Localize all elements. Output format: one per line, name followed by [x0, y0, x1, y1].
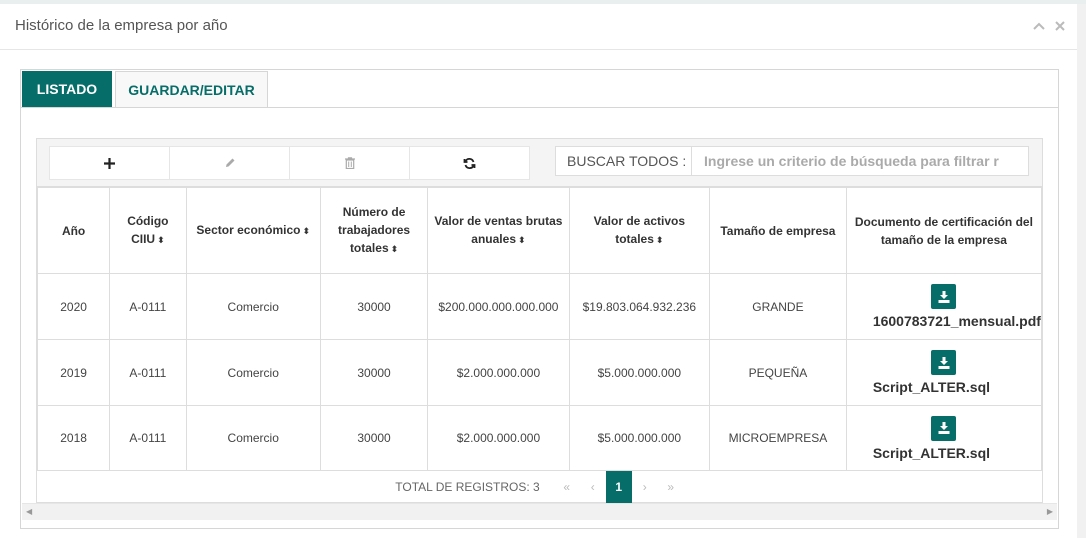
- cell-activos: $5.000.000.000: [568, 339, 711, 406]
- cell-sector: Comercio: [185, 405, 321, 471]
- download-icon: [938, 422, 950, 434]
- cell-tamano: PEQUEÑA: [709, 339, 847, 406]
- tab-guardar-editar[interactable]: GUARDAR/EDITAR: [115, 71, 268, 107]
- vertical-scrollbar[interactable]: [1077, 4, 1086, 538]
- col-documento: Documento de certificación del tamaño de…: [845, 187, 1043, 274]
- history-panel: Histórico de la empresa por año LISTADO …: [0, 4, 1077, 538]
- download-button[interactable]: [931, 350, 957, 375]
- prev-page-button[interactable]: ‹: [580, 471, 606, 503]
- cell-documento: 1600783721_mensual.pdf: [845, 273, 1043, 340]
- cell-ciiu: A-0111: [109, 405, 187, 471]
- download-button[interactable]: [931, 284, 957, 309]
- first-page-button[interactable]: «: [554, 471, 580, 503]
- horizontal-scrollbar[interactable]: ◀ ▶: [22, 503, 1057, 520]
- col-anio[interactable]: Año: [36, 187, 111, 274]
- last-page-button[interactable]: »: [658, 471, 684, 503]
- sort-icon: ⬍: [655, 235, 664, 245]
- cell-documento: Script_ALTER.sql: [845, 405, 1043, 471]
- tab-content: BUSCAR TODOS : Año Código CIIU⬍ Sector e…: [21, 107, 1058, 519]
- cell-trabajadores: 30000: [319, 405, 429, 471]
- tab-listado[interactable]: LISTADO: [22, 71, 112, 107]
- table-header-row: Año Código CIIU ⬍ Sector económico ⬍ Númer…: [36, 187, 1043, 274]
- cell-anio: 2018: [36, 405, 111, 471]
- panel-title: Histórico de la empresa por año: [15, 17, 228, 34]
- document-filename[interactable]: Script_ALTER.sql: [847, 445, 1040, 461]
- cell-trabajadores: 30000: [319, 273, 429, 340]
- data-grid: BUSCAR TODOS : Año Código CIIU⬍ Sector e…: [36, 138, 1043, 503]
- cell-tamano: GRANDE: [709, 273, 847, 340]
- tabs-container: LISTADO GUARDAR/EDITAR BUSCAR TODOS: In…: [20, 69, 1059, 529]
- document-filename[interactable]: 1600783721_mensual.pdf: [847, 313, 1041, 329]
- scroll-right-icon[interactable]: ▶: [1047, 507, 1053, 516]
- col-sector[interactable]: Sector económico ⬍: [185, 187, 321, 274]
- col-activos[interactable]: Valor de activos totales ⬍: [568, 187, 711, 274]
- cell-ventas: $2.000.000.000: [427, 339, 570, 406]
- refresh-icon: [463, 157, 476, 169]
- plus-icon: [104, 157, 115, 169]
- sort-icon: ⬍: [157, 235, 165, 245]
- cell-anio: 2019: [36, 339, 111, 406]
- col-label: Valor de ventas brutas anuales: [434, 214, 563, 246]
- cell-trabajadores: 30000: [319, 339, 429, 406]
- col-tamano[interactable]: Tamaño de empresa: [709, 187, 847, 274]
- panel-tools: [1033, 19, 1065, 34]
- col-codigo-ciiu[interactable]: Código CIIU ⬍: [109, 187, 187, 274]
- next-page-button[interactable]: ›: [632, 471, 658, 503]
- cell-ciiu: A-0111: [109, 339, 187, 406]
- panel-header: Histórico de la empresa por año: [0, 4, 1077, 50]
- sort-icon: ⬍: [518, 235, 526, 245]
- col-label: Sector económico: [196, 223, 301, 237]
- col-label: Valor de activos totales: [593, 214, 686, 246]
- cell-ventas: $2.000.000.000: [427, 405, 570, 471]
- cell-activos: $5.000.000.000: [568, 405, 711, 471]
- current-page-button[interactable]: 1: [605, 471, 632, 503]
- refresh-button[interactable]: [409, 146, 530, 180]
- cell-sector: Comercio: [185, 273, 321, 340]
- cell-activos: $19.803.064.932.236: [568, 273, 711, 340]
- search-label: BUSCAR TODOS :: [555, 146, 692, 176]
- history-table: Año Código CIIU ⬍ Sector económico ⬍ Númer…: [36, 187, 1043, 471]
- sort-icon: ⬍: [302, 226, 310, 236]
- chevron-up-icon[interactable]: [1033, 19, 1045, 34]
- document-filename[interactable]: Script_ALTER.sql: [847, 379, 1040, 395]
- col-ventas[interactable]: Valor de ventas brutas anuales ⬍: [427, 187, 570, 274]
- cell-anio: 2020: [36, 273, 111, 340]
- cell-documento: Script_ALTER.sql: [845, 339, 1043, 406]
- cell-tamano: MICROEMPRESA: [709, 405, 847, 471]
- total-records: TOTAL DE REGISTROS: 3: [395, 480, 540, 494]
- add-button[interactable]: [49, 146, 170, 180]
- table-row[interactable]: 2020 A-0111 Comercio 30000 $200.000.000.…: [36, 273, 1043, 340]
- col-label: Tamaño de empresa: [720, 223, 836, 238]
- download-button[interactable]: [931, 415, 957, 441]
- edit-button[interactable]: [169, 146, 290, 180]
- col-label: Número de trabajadores totales: [338, 205, 411, 255]
- pencil-icon: [225, 158, 234, 167]
- table-row[interactable]: 2019 A-0111 Comercio 30000 $2.000.000.00…: [36, 339, 1043, 406]
- table-row[interactable]: 2018 A-0111 Comercio 30000 $2.000.000.00…: [36, 405, 1043, 471]
- sort-icon: ⬍: [390, 244, 399, 254]
- cell-ventas: $200.000.000.000.000: [427, 273, 570, 340]
- pagination: TOTAL DE REGISTROS: 3 « ‹ 1 › »: [37, 471, 1042, 503]
- cell-sector: Comercio: [185, 339, 321, 406]
- grid-toolbar: BUSCAR TODOS :: [37, 139, 1042, 187]
- close-icon[interactable]: [1055, 19, 1065, 34]
- col-trabajadores[interactable]: Número de trabajadores totales ⬍: [319, 187, 429, 274]
- cell-ciiu: A-0111: [109, 273, 187, 340]
- download-icon: [938, 356, 950, 369]
- trash-icon: [344, 157, 355, 169]
- col-label: Año: [61, 223, 86, 238]
- delete-button[interactable]: [289, 146, 410, 180]
- search-input[interactable]: [691, 146, 1029, 176]
- col-label: Documento de certificación del tamaño de…: [854, 214, 1033, 247]
- download-icon: [938, 290, 950, 303]
- scroll-left-icon[interactable]: ◀: [26, 507, 32, 516]
